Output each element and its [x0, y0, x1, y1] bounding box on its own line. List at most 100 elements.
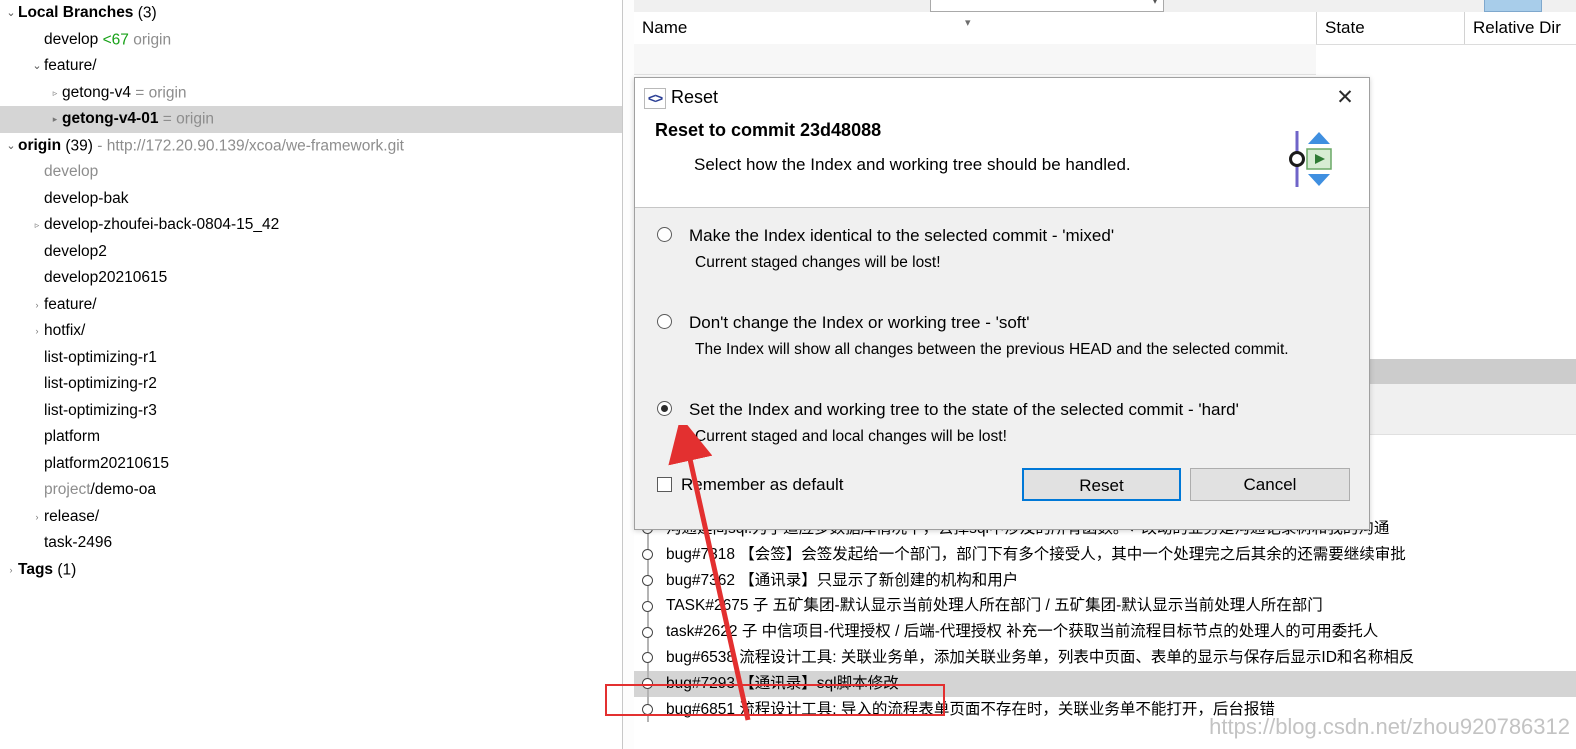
commit-row[interactable]: task#2622 子 中信项目-代理授权 / 后端-代理授权 补充一个获取当前…	[634, 619, 1576, 645]
tree-item-develop-bak[interactable]: develop-bak	[0, 186, 622, 213]
tree-item-tracking: = origin	[158, 110, 215, 128]
checkbox-box-icon[interactable]	[657, 477, 672, 492]
radio-option-soft[interactable]: Don't change the Index or working tree -…	[635, 309, 1369, 363]
radio-option-soft-line[interactable]: Don't change the Index or working tree -…	[635, 309, 1369, 336]
tree-scrollbar-track[interactable]	[623, 0, 1257, 749]
toolbar-button[interactable]	[1484, 0, 1542, 12]
chevron-right-icon[interactable]: ›	[30, 504, 44, 531]
reset-button[interactable]: Reset	[1022, 468, 1181, 501]
dialog-header-section: Reset to commit 23d48088 Select how the …	[635, 117, 1369, 208]
commit-graph-lane	[634, 593, 662, 620]
tree-item-label: platform	[44, 428, 100, 445]
tree-item-remote-url: - http://172.20.90.139/xcoa/we-framework…	[92, 136, 404, 154]
commit-graph-lane	[634, 644, 662, 671]
commit-row[interactable]: bug#6538 流程设计工具: 关联业务单，添加关联业务单，列表中页面、表单的…	[634, 644, 1576, 671]
triangle-right-icon[interactable]: ▸	[48, 106, 62, 133]
commit-message: bug#7362 【通讯录】只显示了新创建的机构和用户	[666, 571, 1019, 589]
tree-item-label: list-optimizing-r1	[44, 348, 157, 366]
commit-row[interactable]: bug#7318 【会签】会签发起给一个部门，部门下有多个接受人，其中一个处理完…	[634, 541, 1576, 568]
radio-option-hard[interactable]: Set the Index and working tree to the st…	[635, 396, 1369, 450]
tree-item-local-branches[interactable]: ⌄ Local Branches (3)	[0, 0, 622, 27]
remember-as-default-label: Remember as default	[681, 475, 844, 494]
radio-option-mixed-label: Make the Index identical to the selected…	[689, 226, 1115, 245]
chevron-down-icon[interactable]: ⌄	[4, 0, 18, 27]
radio-hard-mark[interactable]	[657, 401, 672, 416]
chevron-right-icon[interactable]: ›	[4, 557, 18, 584]
commit-graph-node-icon	[642, 626, 653, 638]
commit-graph-node-icon	[642, 549, 653, 561]
tree-item-feature[interactable]: › feature/	[0, 292, 622, 319]
chevron-down-icon[interactable]: ⌄	[4, 133, 18, 160]
commit-graph-node-icon	[642, 574, 653, 586]
tree-item-getong-v4-01[interactable]: ▸ getong-v4-01 = origin	[0, 106, 622, 133]
close-icon[interactable]: ✕	[1331, 85, 1359, 111]
radio-option-mixed-note: Current staged changes will be lost!	[695, 254, 941, 271]
commit-message: bug#6538 流程设计工具: 关联业务单，添加关联业务单，列表中页面、表单的…	[666, 648, 1415, 666]
column-header-state[interactable]: State	[1316, 12, 1464, 44]
commit-row[interactable]: TASK#2675 子 五矿集团-默认显示当前处理人所在部门 / 五矿集团-默认…	[634, 593, 1576, 620]
radio-option-mixed[interactable]: Make the Index identical to the selected…	[635, 222, 1369, 276]
commit-row[interactable]: bug#7362 【通讯录】只显示了新创建的机构和用户	[634, 567, 1576, 594]
tree-item-platform[interactable]: platform	[0, 424, 622, 451]
tree-item-count: (1)	[53, 560, 77, 578]
tree-item-label: feature/	[44, 295, 97, 313]
commit-graph-lane	[634, 619, 662, 645]
reset-dialog[interactable]: <> Reset ✕ Reset to commit 23d48088 Sele…	[634, 77, 1370, 530]
tree-item-origin[interactable]: ⌄ origin (39) - http://172.20.90.139/xcoa…	[0, 133, 622, 160]
tree-item-list-optimizing-r1[interactable]: list-optimizing-r1	[0, 345, 622, 372]
tree-item-develop[interactable]: develop <67 origin	[0, 27, 622, 54]
annotation-highlight-box	[605, 684, 945, 716]
radio-mixed-mark[interactable]	[657, 227, 672, 242]
tree-item-getong-v4[interactable]: ▹ getong-v4 = origin	[0, 80, 622, 107]
triangle-right-icon[interactable]: ▹	[48, 80, 62, 107]
commit-message: task#2622 子 中信项目-代理授权 / 后端-代理授权 补充一个获取当前…	[666, 623, 1379, 641]
tree-item-label: Tags	[18, 560, 54, 578]
commit-message: bug#7318 【会签】会签发起给一个部门，部门下有多个接受人，其中一个处理完…	[666, 545, 1406, 563]
cancel-button[interactable]: Cancel	[1190, 468, 1350, 501]
tree-item-prefix: project	[44, 481, 91, 498]
tree-item-label: release/	[44, 507, 100, 525]
tree-item-label: platform20210615	[44, 454, 169, 472]
tree-item-label: getong-v4	[62, 83, 131, 101]
tree-item-tags[interactable]: › Tags (1)	[0, 557, 622, 584]
chevron-down-icon[interactable]: ⌄	[30, 53, 44, 80]
watermark-text: https://blog.csdn.net/zhou920786312	[1209, 714, 1570, 739]
dialog-body: Make the Index identical to the selected…	[635, 208, 1369, 526]
tree-item-develop[interactable]: develop	[0, 159, 622, 186]
radio-option-hard-label: Set the Index and working tree to the st…	[689, 400, 1239, 419]
radio-soft-mark[interactable]	[657, 314, 672, 329]
triangle-right-icon[interactable]: ▹	[30, 212, 44, 239]
chevron-down-icon: ▾	[1152, 0, 1158, 6]
tree-item-develop-zhoufei-back-0804-15-42[interactable]: ▹ develop-zhoufei-back-0804-15_42	[0, 212, 622, 239]
column-header-relative-dir[interactable]: Relative Dir	[1464, 12, 1576, 44]
tree-item-platform20210615[interactable]: platform20210615	[0, 451, 622, 478]
repository-tree-panel[interactable]: ⌄ Local Branches (3) develop <67 origin ⌄ fe…	[0, 0, 622, 749]
tree-item-tracking: = origin	[130, 83, 187, 101]
commit-graph-lane	[634, 567, 662, 594]
tree-item-develop20210615[interactable]: develop20210615	[0, 265, 622, 292]
tree-item-release[interactable]: › release/	[0, 504, 622, 531]
tree-item-list-optimizing-r3[interactable]: list-optimizing-r3	[0, 398, 622, 425]
filter-combobox[interactable]: ▾	[930, 0, 1164, 12]
chevron-right-icon[interactable]: ›	[30, 318, 44, 345]
radio-option-hard-line[interactable]: Set the Index and working tree to the st…	[635, 396, 1369, 423]
tree-item-tracking: origin	[128, 30, 172, 48]
tree-item-list-optimizing-r2[interactable]: list-optimizing-r2	[0, 371, 622, 398]
sort-chevron-icon: ▾	[965, 17, 971, 29]
tree-item-label: feature/	[44, 57, 97, 74]
remember-as-default-checkbox[interactable]: Remember as default	[657, 472, 844, 498]
radio-option-soft-note: The Index will show all changes between …	[695, 341, 1289, 358]
commit-graph-node-icon	[642, 600, 653, 612]
tree-item-count: (3)	[133, 4, 157, 22]
tree-item-feature[interactable]: ⌄ feature/	[0, 53, 622, 80]
tree-item-task-2496[interactable]: task-2496	[0, 530, 622, 557]
table-header-row: Name State Relative Dir ▾	[634, 12, 1576, 45]
column-header-name[interactable]: Name	[634, 12, 1316, 44]
chevron-right-icon[interactable]: ›	[30, 292, 44, 319]
reset-decoration-icon	[1285, 129, 1341, 189]
radio-option-mixed-line[interactable]: Make the Index identical to the selected…	[635, 222, 1369, 249]
tree-item-develop2[interactable]: develop2	[0, 239, 622, 266]
tree-item-project-demo-oa[interactable]: project/demo-oa	[0, 477, 622, 504]
dialog-title: Reset	[671, 87, 719, 107]
tree-item-hotfix[interactable]: › hotfix/	[0, 318, 622, 345]
